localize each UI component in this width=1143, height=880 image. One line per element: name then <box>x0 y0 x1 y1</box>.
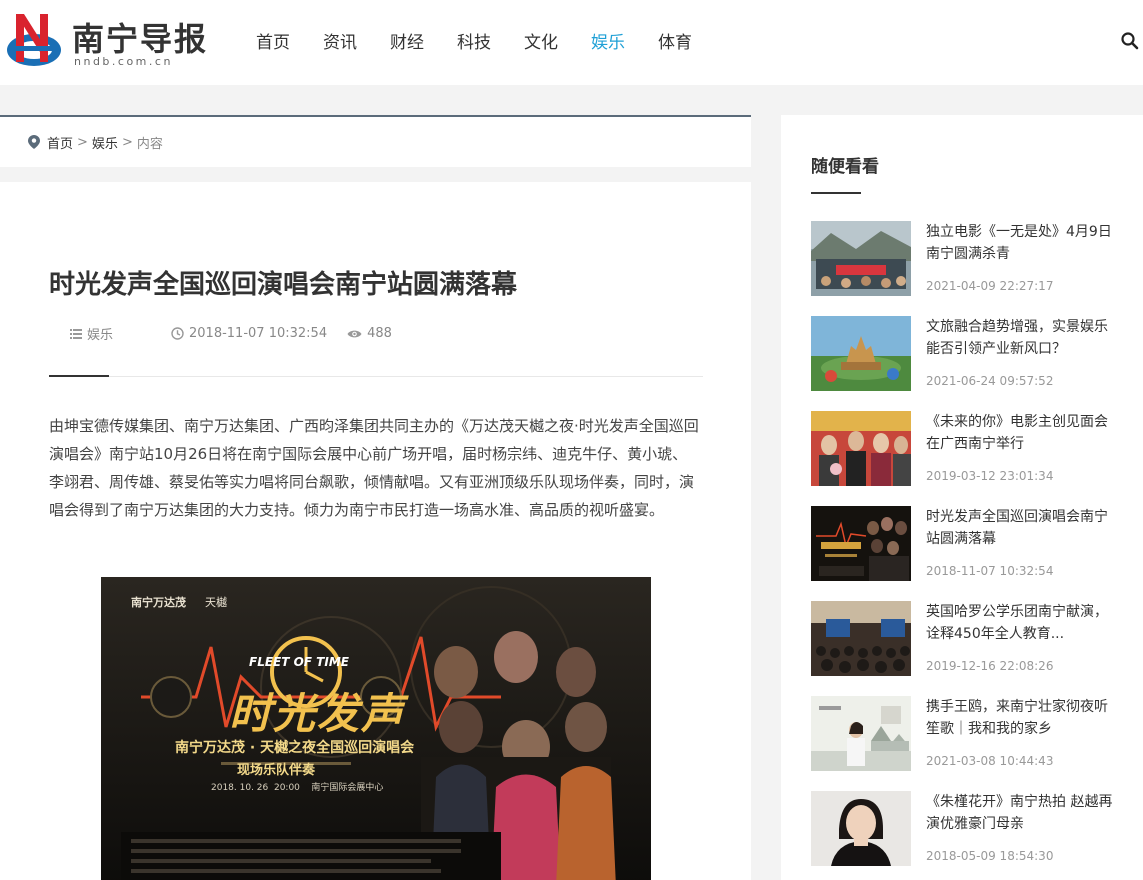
breadcrumb-current: 内容 <box>136 136 163 152</box>
article-category[interactable]: 娱乐 <box>70 324 113 343</box>
search-icon[interactable] <box>1120 31 1140 51</box>
list-item[interactable]: 英国哈罗公学乐团南宁献演，诠释450年全人教育... 2019-12-16 22… <box>811 601 1121 677</box>
article-title: 时光发声全国巡回演唱会南宁站圆满落幕 <box>49 270 518 300</box>
list-item-title: 独立电影《一无是处》4月9日南宁圆满杀青 <box>926 224 1112 262</box>
sidebar-random: 随便看看 独立电影《一无是处》4月9日南宁圆满杀青 2021-04-09 22:… <box>781 115 1143 880</box>
sidebar-title-underline <box>811 192 861 194</box>
article-views-count: 488 <box>367 326 392 341</box>
logo-mark-icon <box>7 14 61 66</box>
nav-entertainment[interactable]: 娱乐 <box>591 28 625 53</box>
list-item-title: 文旅融合趋势增强，实景娱乐能否引领产业新风口？ <box>926 319 1108 357</box>
nav-sports[interactable]: 体育 <box>658 28 692 53</box>
thumbnail-image <box>811 316 911 391</box>
nav-culture[interactable]: 文化 <box>524 28 558 53</box>
list-item[interactable]: 时光发声全国巡回演唱会南宁站圆满落幕 2018-11-07 10:32:54 <box>811 506 1121 582</box>
thumbnail-image <box>811 221 911 296</box>
breadcrumb-home[interactable]: 首页 <box>47 133 73 152</box>
site-header: 南宁导报 nndb.com.cn 首页 资讯 财经 科技 文化 娱乐 体育 <box>0 0 1143 85</box>
title-divider-accent <box>49 375 109 377</box>
logo-title: 南宁导报 <box>72 20 209 58</box>
article-datetime: 2018-11-07 10:32:54 <box>171 326 327 341</box>
nav-news[interactable]: 资讯 <box>323 28 357 53</box>
list-item[interactable]: 《未来的你》电影主创见面会在广西南宁举行 2019-03-12 23:01:34 <box>811 411 1121 487</box>
site-logo[interactable]: 南宁导报 nndb.com.cn <box>6 12 206 72</box>
article-panel: 时光发声全国巡回演唱会南宁站圆满落幕 娱乐 2018-11-07 10:32:5… <box>0 182 751 880</box>
concert-poster-image: 南宁万达茂 天樾 FLEET OF TIME 时光发声 南宁万达茂 · 天樾之夜… <box>101 577 651 880</box>
sidebar-title: 随便看看 <box>811 157 879 177</box>
poster-subtitle: 南宁万达茂 · 天樾之夜全国巡回演唱会 <box>175 740 415 756</box>
poster-date-line: 2018. 10. 26 20:00 南宁国际会展中心 <box>211 783 384 793</box>
thumbnail-image <box>811 696 911 771</box>
list-item-date: 2019-03-12 23:01:34 <box>926 469 1054 483</box>
thumbnail-image <box>811 506 911 581</box>
poster-cn-title: 时光发声 <box>229 689 406 738</box>
poster-band-line: 现场乐队伴奏 <box>237 763 316 778</box>
list-icon <box>70 329 82 339</box>
article-meta: 娱乐 2018-11-07 10:32:54 488 <box>70 324 392 343</box>
list-item-title: 携手王鸥，来南宁壮家彻夜听笙歌｜我和我的家乡 <box>926 699 1108 737</box>
list-item[interactable]: 独立电影《一无是处》4月9日南宁圆满杀青 2021-04-09 22:27:17 <box>811 221 1121 297</box>
breadcrumb: 首页 > 娱乐 > 内容 <box>0 115 751 167</box>
nav-finance[interactable]: 财经 <box>390 28 424 53</box>
list-item-title: 《未来的你》电影主创见面会在广西南宁举行 <box>926 414 1108 452</box>
list-item-title: 时光发声全国巡回演唱会南宁站圆满落幕 <box>926 509 1108 547</box>
article-views: 488 <box>347 326 392 341</box>
location-pin-icon <box>28 135 40 149</box>
list-item[interactable]: 携手王鸥，来南宁壮家彻夜听笙歌｜我和我的家乡 2021-03-08 10:44:… <box>811 696 1121 772</box>
thumbnail-image <box>811 791 911 866</box>
nav-home[interactable]: 首页 <box>256 28 290 53</box>
list-item[interactable]: 《朱槿花开》南宁热拍 赵越再演优雅豪门母亲 2018-05-09 18:54:3… <box>811 791 1121 867</box>
article-body: 由坤宝德传媒集团、南宁万达集团、广西昀泽集团共同主办的《万达茂天樾之夜·时光发声… <box>49 417 699 519</box>
article-category-label: 娱乐 <box>87 328 114 343</box>
logo-subtitle: nndb.com.cn <box>74 55 173 68</box>
breadcrumb-section[interactable]: 娱乐 <box>92 133 118 152</box>
breadcrumb-separator: > <box>77 134 88 150</box>
thumbnail-image <box>811 601 911 676</box>
list-item-date: 2018-11-07 10:32:54 <box>926 564 1054 578</box>
article-datetime-text: 2018-11-07 10:32:54 <box>189 326 328 341</box>
poster-brand-2: 天樾 <box>205 596 227 609</box>
list-item-title: 《朱槿花开》南宁热拍 赵越再演优雅豪门母亲 <box>926 794 1113 832</box>
title-divider <box>49 376 703 377</box>
thumbnail-image <box>811 411 911 486</box>
main-nav: 首页 资讯 财经 科技 文化 娱乐 体育 <box>256 28 725 53</box>
list-item-date: 2021-03-08 10:44:43 <box>926 754 1054 768</box>
list-item-title: 英国哈罗公学乐团南宁献演，诠释450年全人教育... <box>926 604 1108 642</box>
nav-tech[interactable]: 科技 <box>457 28 491 53</box>
eye-icon <box>347 330 362 337</box>
list-item-date: 2021-04-09 22:27:17 <box>926 279 1054 293</box>
list-item-date: 2018-05-09 18:54:30 <box>926 849 1054 863</box>
list-item-date: 2021-06-24 09:57:52 <box>926 374 1054 388</box>
clock-icon <box>171 327 184 340</box>
breadcrumb-separator: > <box>121 134 133 150</box>
list-item-date: 2019-12-16 22:08:26 <box>926 659 1054 673</box>
list-item[interactable]: 文旅融合趋势增强，实景娱乐能否引领产业新风口？ 2021-06-24 09:57… <box>811 316 1121 392</box>
poster-en-title: FLEET OF TIME <box>249 655 349 669</box>
poster-brand: 南宁万达茂 <box>131 596 186 609</box>
